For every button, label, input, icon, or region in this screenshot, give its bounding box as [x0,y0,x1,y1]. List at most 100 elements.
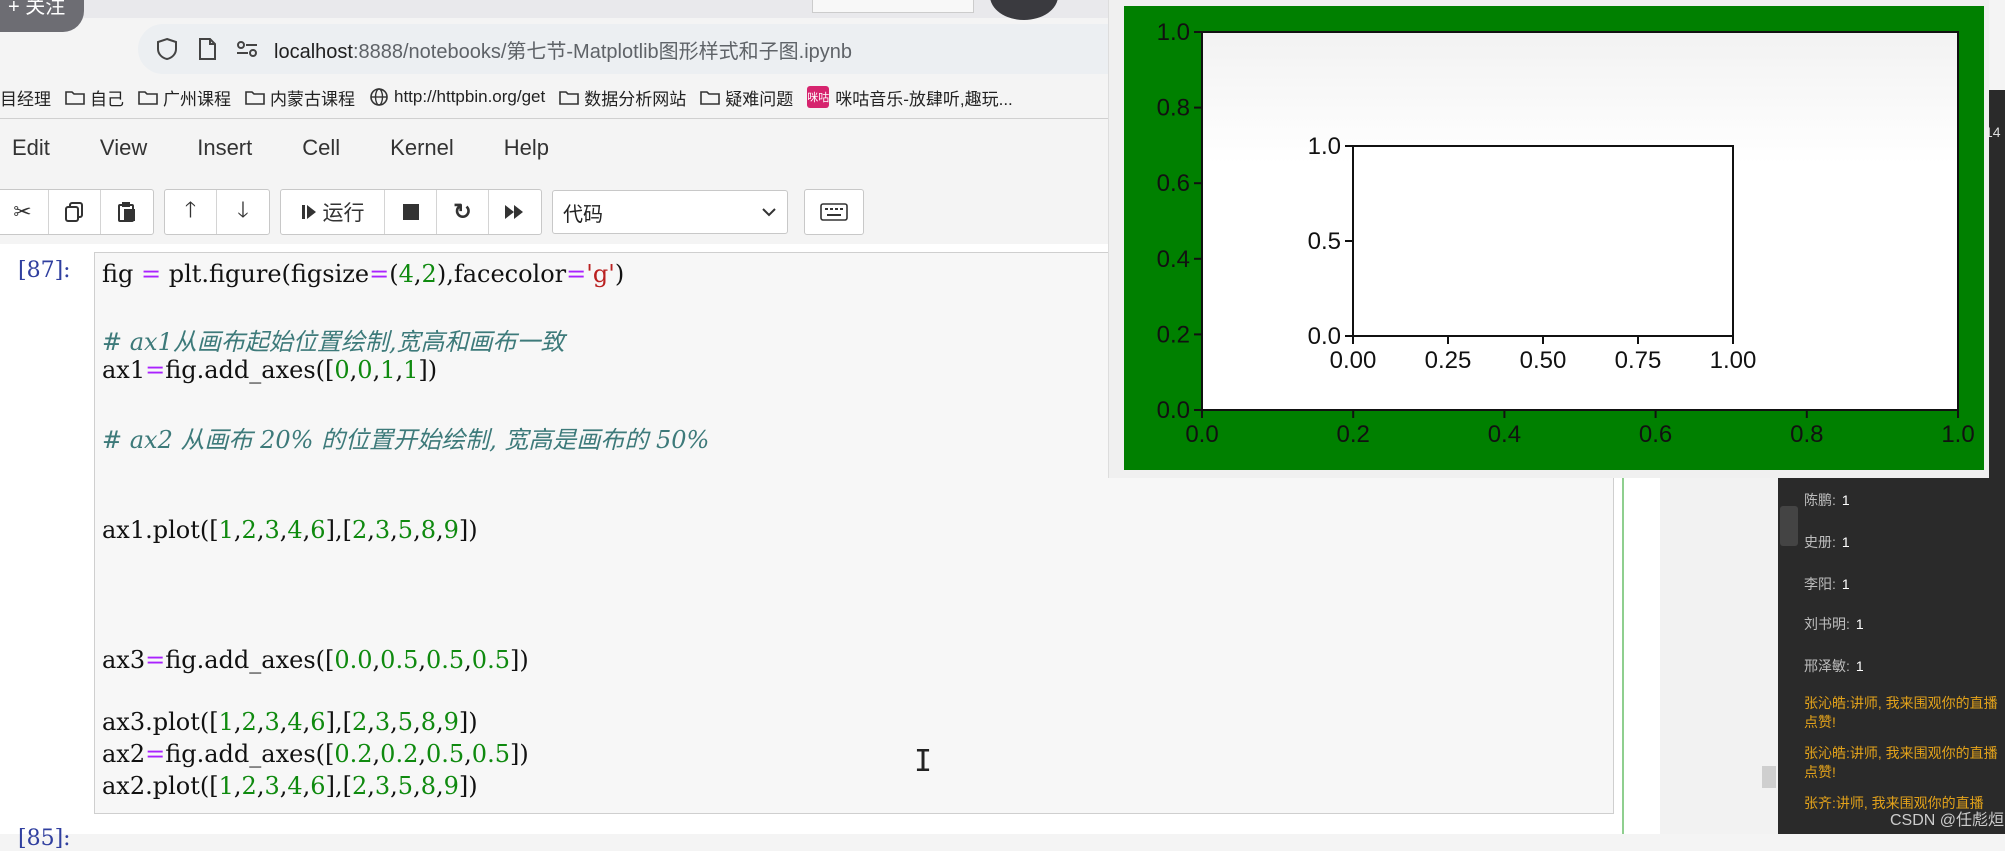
fast-forward-icon [505,205,523,219]
globe-icon [370,88,388,106]
move-button-group: 🡑 🡓 [164,189,270,235]
bookmarks-bar: 目经理 自己 广州课程 内蒙古课程 http://httpbin.org/get… [0,80,1027,114]
run-button[interactable]: 运行 [281,190,385,234]
music-app-icon: 咪咕 [807,86,830,108]
run-label: 运行 [322,202,365,225]
menu-cell[interactable]: Cell [302,135,340,161]
bookmark-3[interactable]: 内蒙古课程 [245,85,355,110]
jupyter-menubar: Edit View Insert Cell Kernel Help [0,120,587,176]
stop-icon [402,204,419,220]
chat-message-text: 张沁皓:讲师, 我来围观你的直播 [1804,745,1998,761]
keyboard-icon [820,203,848,221]
outer-xtick-label: 0.4 [1488,421,1521,448]
watermark: CSDN @任彪烜 [1890,812,2005,829]
menu-kernel[interactable]: Kernel [390,135,454,161]
matplotlib-figure: 0.0 0.2 0.4 0.6 0.8 1.0 0.0 0.2 0.4 0.6 0.8 1.0 0.0… [1124,6,1984,470]
move-down-button[interactable]: 🡓 [217,190,269,234]
inner-xtick-label: 1.00 [1710,347,1757,374]
vote-value: 1 [1841,576,1850,592]
inner-ytick-label: 0.0 [1308,323,1341,350]
code-line-1: fig = plt.figure(figsize=(4,2),facecolor… [102,260,625,288]
folder-icon [245,91,265,105]
menu-edit[interactable]: Edit [12,135,50,161]
folder-icon [700,91,721,105]
bookmark-5[interactable]: 数据分析网站 [559,85,686,110]
bookmark-label: 广州课程 [163,89,231,109]
arrow-up-icon: 🡑 [184,197,197,222]
bookmark-label: http://httpbin.org/get [394,87,546,106]
vote-name: 邢泽敏: [1804,658,1850,674]
bookmark-2[interactable]: 广州课程 [138,85,231,110]
vote-line-3: 刘书明: 1 [1804,614,1864,634]
url-text: localhost:8888/notebooks/第七节-Matplotlib图… [274,35,852,64]
folder-icon [65,91,85,105]
outer-ytick-label: 0.6 [1157,170,1190,197]
bookmark-label: 目经理 [0,89,51,109]
chat-message-1: 张沁皓:讲师, 我来围观你的直播 点赞! [1804,744,1998,782]
vote-name: 李阳: [1804,576,1836,592]
scrollbar-thumb[interactable] [1762,766,1776,788]
arrow-down-icon: 🡓 [237,197,249,222]
bookmark-7[interactable]: 咪咕 咪咕音乐-放肆听,趣玩... [807,85,1013,110]
cell-type-select[interactable]: 代码 [552,190,788,234]
restart-run-all-button[interactable] [489,190,541,234]
bookmark-0[interactable]: 目经理 [0,85,51,110]
chat-message-0: 张沁皓:讲师, 我来围观你的直播 点赞! [1804,694,1998,732]
scissors-icon: ✂ [13,199,32,224]
code-line-9: ax2.plot([1,2,3,4,6],[2,3,5,8,9]) [102,772,478,800]
code-line-6: ax3=fig.add_axes([0.0,0.5,0.5,0.5]) [102,646,529,674]
folder-icon [138,91,158,105]
code-line-8: ax2=fig.add_axes([0.2,0.2,0.5,0.5]) [102,740,529,768]
chat-message-text: 点赞! [1804,714,1836,730]
inner-axes-frame [1352,145,1734,337]
code-line-5: ax1.plot([1,2,3,4,6],[2,3,5,8,9]) [102,516,478,544]
cell-type-value: 代码 [563,203,603,226]
text-cursor-icon: I [914,744,933,779]
code-line-7: ax3.plot([1,2,3,4,6],[2,3,5,8,9]) [102,708,478,736]
chevron-down-icon [762,208,776,217]
restart-button[interactable]: ↻ [437,190,489,234]
vote-name: 史册: [1804,534,1836,550]
copy-button[interactable] [49,190,101,234]
menu-view[interactable]: View [100,135,147,161]
address-bar[interactable]: localhost:8888/notebooks/第七节-Matplotlib图… [138,24,1138,74]
copy-icon [64,202,83,222]
connection-settings-icon[interactable] [230,32,264,66]
browser-tab-edge[interactable] [812,0,974,13]
inner-ytick-label: 1.0 [1308,133,1341,160]
paste-button[interactable] [101,190,153,234]
interrupt-button[interactable] [385,190,437,234]
bookmark-label: 疑难问题 [725,89,794,109]
cell-prompt: [87]: [18,258,71,283]
bookmark-6[interactable]: 疑难问题 [700,85,793,110]
bookmark-4[interactable]: http://httpbin.org/get [369,87,545,107]
follow-badge[interactable]: + 关注 [0,0,84,32]
code-line-2: # ax1从画布起始位置绘制,宽高和画布一致 [102,328,565,356]
cut-button[interactable]: ✂ [0,190,49,234]
inner-xtick-label: 0.75 [1615,347,1662,374]
bookmark-1[interactable]: 自己 [65,85,124,110]
edit-button-group: ✂ [0,189,154,235]
menu-insert[interactable]: Insert [197,135,252,161]
vote-line-0: 陈鹏: 1 [1804,490,1850,510]
folder-icon [559,91,580,105]
vote-value: 1 [1841,492,1850,508]
shield-icon[interactable] [150,32,184,66]
vote-line-2: 李阳: 1 [1804,574,1850,594]
outer-ytick-label: 0.8 [1157,95,1190,122]
chat-message-text: 张沁皓:讲师, 我来围观你的直播 [1804,695,1998,711]
command-palette-button[interactable] [804,189,864,235]
menu-help[interactable]: Help [504,135,549,161]
chevron-left-icon[interactable] [1780,506,1798,546]
vote-value: 1 [1855,616,1864,632]
bookmark-label: 内蒙古课程 [270,89,355,109]
move-up-button[interactable]: 🡑 [165,190,217,234]
vote-name: 陈鹏: [1804,492,1836,508]
inner-xtick-label: 0.25 [1425,347,1472,374]
run-button-group: 运行 ↻ [280,189,542,235]
vote-line-1: 史册: 1 [1804,532,1850,552]
next-cell-prompt: [85]: [18,826,71,851]
outer-xtick-label: 1.0 [1941,421,1974,448]
step-run-icon [301,205,316,219]
page-icon[interactable] [190,32,224,66]
